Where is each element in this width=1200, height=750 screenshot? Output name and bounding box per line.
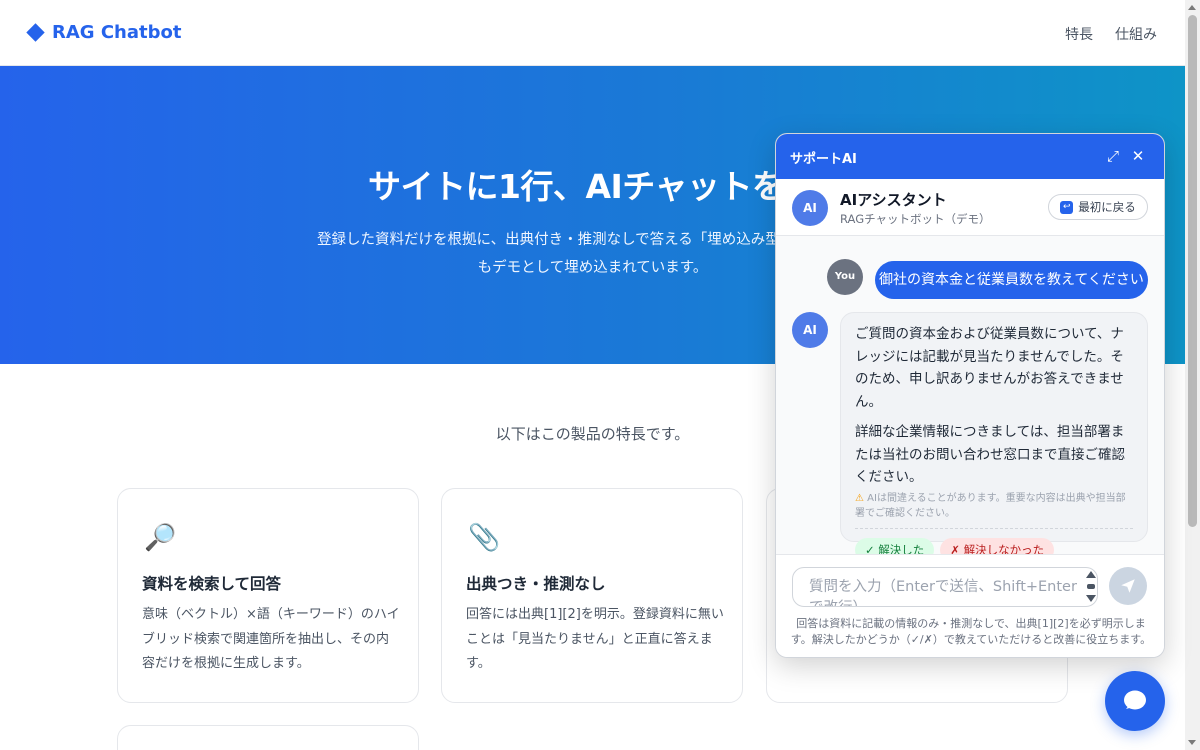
ai-message-paragraph: ご質問の資本金および従業員数について、ナレッジには記載が見当たりませんでした。そ… xyxy=(855,326,1124,410)
top-nav: 特長 仕組み xyxy=(1065,24,1157,44)
feature-title: 出典つき・推測なし xyxy=(466,575,606,593)
return-arrow-icon: ↩ xyxy=(1060,200,1074,214)
scrollbar-thumb[interactable] xyxy=(1188,15,1197,527)
warning-icon: ⚠ xyxy=(855,492,864,504)
expand-icon[interactable]: ⤢ xyxy=(1102,144,1124,168)
chat-widget: サポートAI ⤢ ✕ AI AIアシスタント RAGチャットボット（デモ） ↩ … xyxy=(775,133,1165,658)
input-help-note: 回答は資料に記載の情報のみ・推測なしで、出典[1][2]を必ず明示します。解決し… xyxy=(790,617,1152,646)
logo-text: RAG Chatbot xyxy=(52,22,182,43)
user-avatar: You xyxy=(827,259,863,295)
nav-item-how-it-works[interactable]: 仕組み xyxy=(1115,24,1157,44)
stepper-up-icon[interactable] xyxy=(1086,571,1096,578)
ai-message-bubble: ご質問の資本金および従業員数について、ナレッジには記載が見当たりませんでした。そ… xyxy=(840,312,1148,562)
ai-disclaimer-text: AIは間違えることがあります。重要な内容は出典や担当部署でご確認ください。 xyxy=(855,492,1126,520)
feature-card-citations: 📎 出典つき・推測なし 回答には出典[1][2]を明示。登録資料に無いことは「見… xyxy=(441,488,743,703)
feature-card-search: 🔎 資料を検索して回答 意味（ベクトル）×語（キーワード）のハイブリッド検索で関… xyxy=(117,488,419,703)
input-resize-stepper[interactable] xyxy=(1086,571,1096,605)
scroll-up-arrow-icon[interactable] xyxy=(1188,5,1196,10)
stepper-grip-icon xyxy=(1087,584,1095,589)
nav-item-features[interactable]: 特長 xyxy=(1065,24,1093,44)
feature-text: 意味（ベクトル）×語（キーワード）のハイブリッド検索で関連箇所を抽出し、その内容… xyxy=(142,607,400,671)
chat-input-area: 回答は資料に記載の情報のみ・推測なしで、出典[1][2]を必ず明示します。解決し… xyxy=(776,554,1164,657)
stepper-down-icon[interactable] xyxy=(1086,595,1096,602)
message-list[interactable]: You 御社の資本金と従業員数を教えてください AI ご質問の資本金および従業員… xyxy=(776,236,1164,562)
chat-header-title: サポートAI xyxy=(790,152,857,167)
paperclip-icon: 📎 xyxy=(468,523,501,553)
user-message-bubble: 御社の資本金と従業員数を教えてください xyxy=(875,261,1148,299)
close-icon[interactable]: ✕ xyxy=(1127,144,1149,168)
reset-label: 最初に戻る xyxy=(1078,200,1136,214)
assistant-name: AIアシスタント xyxy=(840,191,947,209)
page-scrollbar[interactable] xyxy=(1185,0,1200,750)
magnifier-icon: 🔎 xyxy=(144,523,177,553)
assistant-info-bar: AI AIアシスタント RAGチャットボット（デモ） ↩ 最初に戻る xyxy=(776,179,1164,236)
ai-message-paragraph: 詳細な企業情報につきましては、担当部署または当社のお問い合わせ窓口まで直接ご確認… xyxy=(855,424,1125,485)
feature-card-next-row xyxy=(117,725,419,750)
send-button[interactable] xyxy=(1109,567,1147,605)
hero-subtitle-line2: もデモとして埋め込まれています。 xyxy=(477,260,708,276)
chat-toggle-button[interactable] xyxy=(1105,671,1165,731)
question-input[interactable] xyxy=(792,567,1098,607)
diamond-icon xyxy=(26,23,45,42)
feature-title: 資料を検索して回答 xyxy=(142,575,282,593)
reset-conversation-button[interactable]: ↩ 最初に戻る xyxy=(1048,194,1148,220)
chat-header: サポートAI ⤢ ✕ xyxy=(776,134,1164,179)
assistant-subtitle: RAGチャットボット（デモ） xyxy=(840,212,991,226)
logo[interactable]: RAG Chatbot xyxy=(26,22,182,43)
feature-text: 回答には出典[1][2]を明示。登録資料に無いことは「見当たりません」と正直に答… xyxy=(466,607,724,671)
ai-disclaimer: ⚠ AIは間違えることがあります。重要な内容は出典や担当部署でご確認ください。 xyxy=(855,491,1133,529)
scroll-down-arrow-icon[interactable] xyxy=(1188,740,1196,745)
send-icon xyxy=(1121,579,1135,593)
site-header: RAG Chatbot 特長 仕組み xyxy=(0,0,1185,66)
chat-bubble-icon xyxy=(1124,690,1146,710)
ai-avatar: AI xyxy=(792,312,828,348)
assistant-avatar: AI xyxy=(792,190,828,226)
